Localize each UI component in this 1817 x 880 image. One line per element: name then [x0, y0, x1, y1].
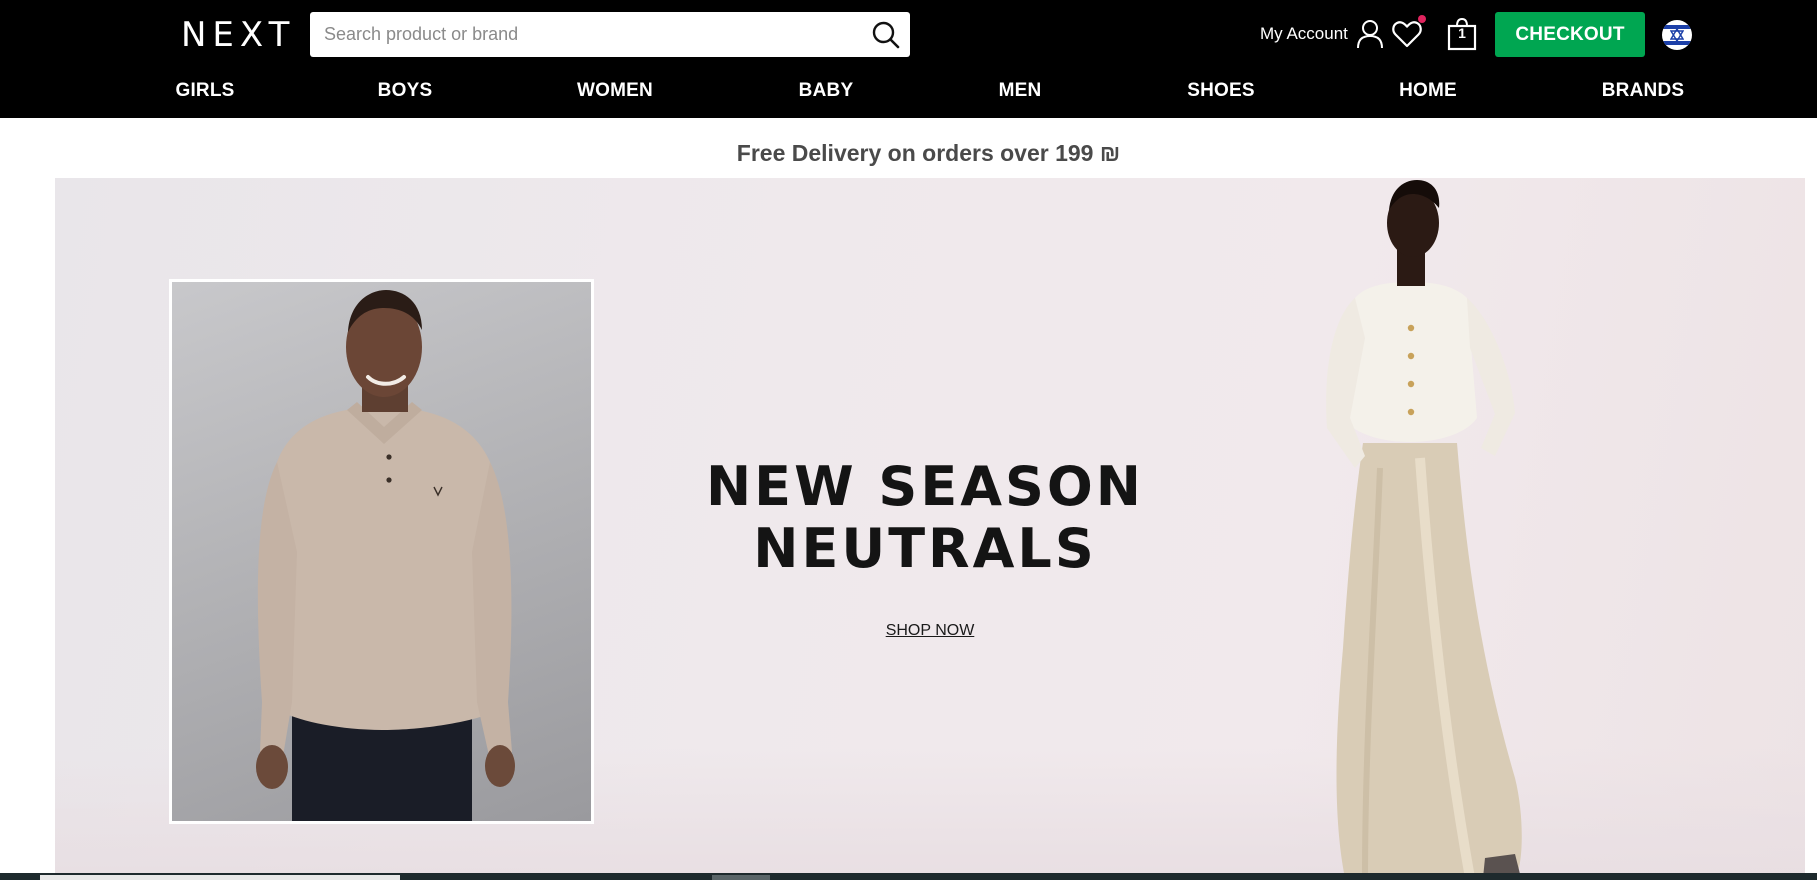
my-account-link[interactable]: My Account — [1260, 14, 1384, 54]
man-figure — [256, 290, 515, 821]
scrollbar-thumb[interactable] — [40, 875, 400, 880]
hero-menswear-image[interactable] — [169, 279, 594, 824]
main-navigation: GIRLS BOYS WOMEN BABY MEN SHOES HOME BRA… — [0, 80, 1817, 108]
hero-headline-line2: NEUTRALS — [753, 517, 1097, 580]
site-header: NEXT My Account 1 CHECKOUT GIRLS BOYS — [0, 0, 1817, 118]
nav-item-men[interactable]: MEN — [999, 80, 1042, 102]
nav-item-home[interactable]: HOME — [1399, 80, 1457, 102]
search-bar — [310, 12, 910, 57]
heart-icon[interactable] — [1391, 18, 1423, 50]
nav-item-baby[interactable]: BABY — [799, 80, 854, 102]
search-input[interactable] — [324, 12, 854, 57]
hero-headline: NEW SEASON NEUTRALS — [645, 456, 1205, 580]
checkout-button[interactable]: CHECKOUT — [1495, 12, 1645, 57]
nav-item-brands[interactable]: BRANDS — [1602, 80, 1684, 102]
hero-banner[interactable]: NEW SEASON NEUTRALS SHOP NOW — [55, 178, 1805, 878]
next-logo[interactable]: NEXT — [181, 15, 295, 55]
scrollbar-marker — [712, 875, 770, 880]
search-icon[interactable] — [870, 19, 902, 51]
nav-item-boys[interactable]: BOYS — [378, 80, 433, 102]
free-delivery-text: Free Delivery on orders over 199 ₪ — [736, 140, 1121, 166]
shop-now-link[interactable]: SHOP NOW — [830, 622, 1030, 640]
nav-item-women[interactable]: WOMEN — [577, 80, 653, 102]
israel-flag-icon[interactable] — [1662, 20, 1692, 50]
hero-womenswear-image[interactable] — [1215, 178, 1635, 878]
hero-headline-line1: NEW SEASON — [705, 455, 1144, 518]
user-icon — [1356, 20, 1383, 49]
nav-item-girls[interactable]: GIRLS — [175, 80, 234, 102]
my-account-label: My Account — [1260, 24, 1348, 43]
wishlist-notification-dot — [1418, 15, 1426, 23]
free-delivery-banner[interactable]: Free Delivery on orders over 199 ₪ — [0, 140, 1817, 167]
nav-item-shoes[interactable]: SHOES — [1187, 80, 1255, 102]
bag-count: 1 — [1458, 25, 1466, 41]
horizontal-scrollbar[interactable] — [0, 873, 1817, 880]
